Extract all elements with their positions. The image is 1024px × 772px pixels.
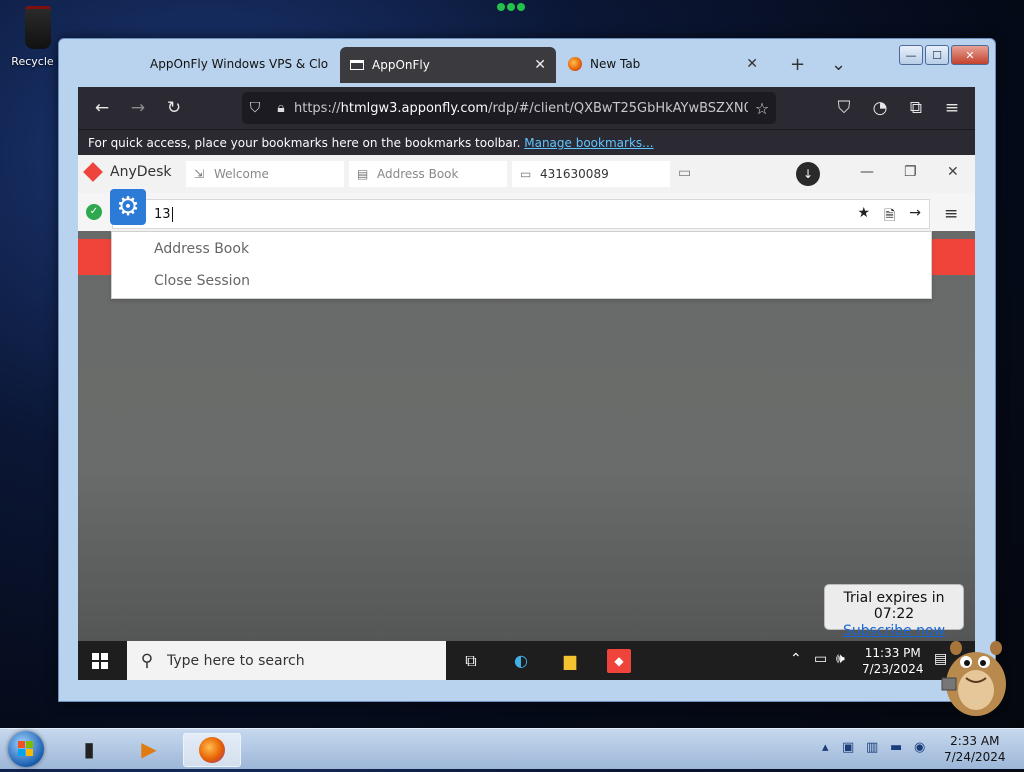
tab-apponfly-vps[interactable]: AppOnFly Windows VPS & Clo ✕: [140, 46, 360, 82]
anydesk-title-bar: AnyDesk ⇲ Welcome ▤ Address Book ▭ 43163…: [78, 155, 975, 193]
tray-app-icon[interactable]: ▣: [842, 740, 854, 755]
list-all-tabs-button[interactable]: ⌄: [831, 54, 846, 75]
forward-button[interactable]: →: [126, 96, 150, 120]
remote-taskbar: ⚲ Type here to search ⧉ ◐ ▆ ◆ ⌃ ▭ 🕪︎ 11:…: [78, 641, 975, 680]
download-icon[interactable]: ↓: [796, 162, 820, 186]
tray-display-icon[interactable]: ▬: [890, 740, 902, 755]
manage-bookmarks-link[interactable]: Manage bookmarks...: [524, 136, 653, 150]
reload-button[interactable]: ↻: [162, 96, 186, 120]
connect-arrow-icon[interactable]: →: [909, 205, 921, 229]
suggestion-address-book[interactable]: Address Book: [154, 241, 249, 257]
shield-icon[interactable]: ⛉: [242, 100, 268, 116]
favorite-star-icon[interactable]: ★: [857, 205, 870, 229]
tab-new-tab[interactable]: New Tab ✕: [558, 46, 768, 82]
url-path: /rdp/#/client/QXBwT25GbHkAYwBSZXN0I: [488, 100, 748, 116]
suggestion-close-session[interactable]: Close Session: [154, 273, 250, 289]
settings-gear-icon[interactable]: ⚙: [110, 189, 146, 225]
bookmarks-hint: For quick access, place your bookmarks h…: [88, 136, 521, 150]
firefox-icon: [568, 57, 582, 71]
trial-notice: Trial expires in 07:22 Subscribe now: [824, 584, 964, 639]
browser-navigation-bar: ← → ↻ ⛉ 🔒︎ https://htmlgw3.apponfly.com/…: [78, 87, 975, 129]
search-placeholder: Type here to search: [167, 652, 305, 669]
tab-label: Welcome: [214, 167, 269, 181]
url-prefix: https://: [294, 100, 341, 116]
url-host: htmlgw3.apponfly.com: [340, 100, 489, 116]
new-tab-button[interactable]: +: [790, 54, 805, 75]
close-tab-icon[interactable]: ✕: [534, 57, 546, 73]
file-transfer-icon[interactable]: 🗎︎: [884, 205, 895, 229]
recycle-bin-label: Recycle B: [11, 55, 65, 68]
browser-tab-bar: AppOnFly Windows VPS & Clo ✕ AppOnFly ✕ …: [78, 46, 975, 86]
tab-label: AppOnFly: [372, 58, 430, 72]
firefox-taskbar-icon[interactable]: [183, 733, 241, 767]
show-hidden-icons[interactable]: ▴: [822, 740, 829, 755]
account-icon[interactable]: ◔: [868, 96, 892, 120]
tray-volume-icon[interactable]: ◉: [914, 740, 925, 755]
url-text[interactable]: https://htmlgw3.apponfly.com/rdp/#/clien…: [294, 101, 748, 116]
close-tab-icon[interactable]: ✕: [746, 56, 758, 72]
network-icon[interactable]: ▭: [814, 651, 827, 667]
desktop-decoration: [497, 0, 529, 16]
anydesk-brand: AnyDesk: [83, 162, 172, 182]
host-taskbar: ▮ ▶ ▴ ▣ ▥ ▬ ◉ 2:33 AM 7/24/2024: [0, 728, 1024, 769]
host-clock[interactable]: 2:33 AM 7/24/2024: [944, 733, 1006, 765]
address-actions: ★ 🗎︎ →: [857, 205, 921, 229]
anydesk-title: AnyDesk: [110, 164, 172, 180]
host-date: 7/24/2024: [944, 750, 1006, 764]
media-player-icon[interactable]: ▶: [132, 733, 166, 765]
anydesk-tab-session[interactable]: ▭ 431630089: [512, 161, 670, 187]
edge-browser-icon[interactable]: ◐: [509, 649, 533, 673]
anydesk-taskbar-icon[interactable]: ◆: [607, 649, 631, 673]
tab-label: Address Book: [377, 167, 459, 181]
remote-address-input[interactable]: 13 ★ 🗎︎ →: [112, 199, 930, 229]
remote-time: 11:33 PM: [864, 646, 921, 660]
terminal-app-icon[interactable]: ▮: [72, 733, 106, 765]
back-button[interactable]: ←: [90, 96, 114, 120]
tab-label: New Tab: [590, 57, 641, 71]
address-book-icon: ▤: [357, 167, 369, 181]
remote-session-viewport: AnyDesk ⇲ Welcome ▤ Address Book ▭ 43163…: [78, 155, 975, 680]
url-bar[interactable]: ⛉ 🔒︎ https://htmlgw3.apponfly.com/rdp/#/…: [242, 92, 776, 124]
anydesk-menu-icon[interactable]: ≡: [944, 204, 958, 224]
trial-text: Trial expires in 07:22: [843, 590, 945, 622]
tab-apponfly[interactable]: AppOnFly ✕: [340, 47, 556, 83]
bookmark-star-icon[interactable]: ☆: [748, 99, 776, 118]
windows-start-icon[interactable]: [92, 653, 108, 669]
connection-ok-icon: ✓: [86, 204, 102, 220]
search-icon: ⚲: [140, 650, 154, 671]
anydesk-logo-icon: [83, 162, 103, 182]
address-suggestions-dropdown: Address Book Close Session: [111, 231, 932, 299]
lock-icon[interactable]: 🔒︎: [268, 100, 294, 116]
tab-label: 431630089: [540, 167, 609, 181]
extensions-icon[interactable]: ⧉: [904, 96, 928, 120]
file-explorer-icon[interactable]: ▆: [558, 649, 582, 673]
page-icon: [350, 60, 364, 70]
volume-icon[interactable]: 🕪︎: [836, 651, 845, 667]
monitor-icon: ▭: [520, 167, 532, 181]
anydesk-tab-welcome[interactable]: ⇲ Welcome: [186, 161, 344, 187]
bookmarks-toolbar: For quick access, place your bookmarks h…: [78, 129, 975, 155]
app-menu-icon[interactable]: ≡: [940, 96, 964, 120]
anydesk-address-row: ✓ 13 ★ 🗎︎ → ⚙ ≡: [78, 189, 975, 231]
new-session-icon[interactable]: ▭: [678, 165, 691, 181]
remote-date: 7/23/2024: [862, 662, 924, 676]
anydesk-close-button[interactable]: ✕: [947, 164, 959, 180]
task-view-icon[interactable]: ⧉: [459, 649, 483, 673]
remote-address-value: 13: [154, 207, 173, 222]
start-orb-icon[interactable]: [8, 731, 44, 767]
tab-label: AppOnFly Windows VPS & Clo: [150, 57, 329, 71]
anydesk-tab-address-book[interactable]: ▤ Address Book: [349, 161, 507, 187]
recycle-bin-icon: [25, 6, 51, 49]
pocket-icon[interactable]: ⛉: [832, 96, 856, 120]
hamster-mascot-image: [941, 641, 1006, 716]
welcome-icon: ⇲: [194, 167, 205, 181]
tray-network-icon[interactable]: ▥: [866, 740, 878, 755]
remote-clock[interactable]: 11:33 PM 7/23/2024: [862, 645, 924, 677]
anydesk-restore-button[interactable]: ❐: [904, 164, 917, 180]
show-hidden-icons[interactable]: ⌃: [790, 651, 802, 667]
anydesk-minimize-button[interactable]: —: [860, 164, 874, 180]
host-time: 2:33 AM: [950, 734, 1000, 748]
taskbar-search-box[interactable]: ⚲ Type here to search: [127, 641, 446, 680]
